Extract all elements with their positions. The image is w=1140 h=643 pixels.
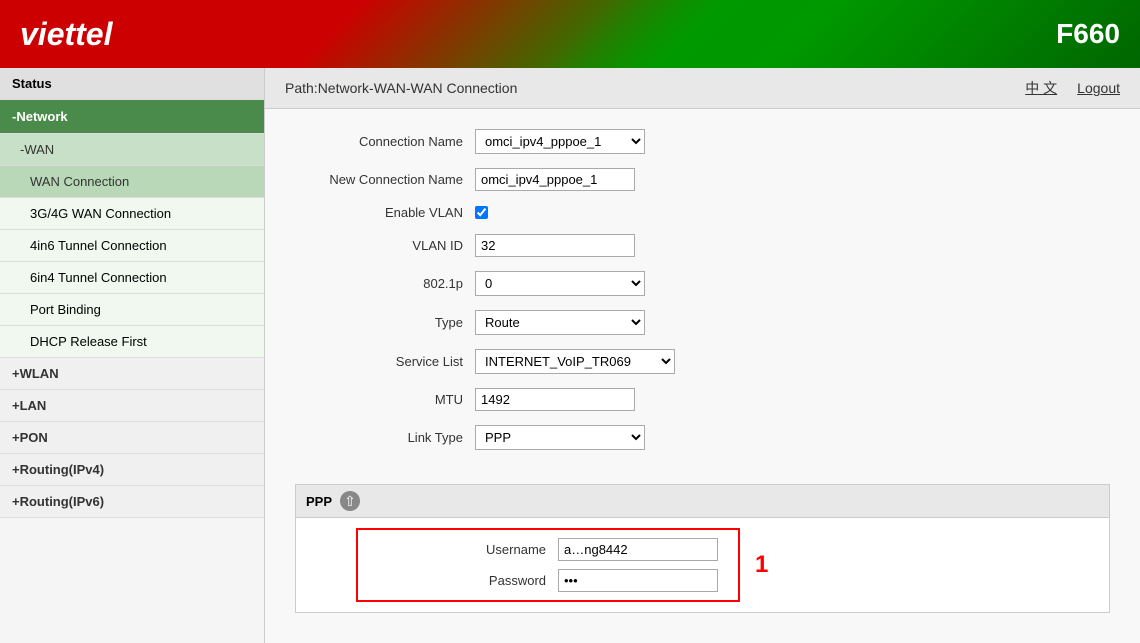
mtu-label: MTU: [295, 392, 475, 407]
link-type-label: Link Type: [295, 430, 475, 445]
sidebar-item-routing-ipv4[interactable]: +Routing(IPv4): [0, 454, 264, 486]
service-list-label: Service List: [295, 354, 475, 369]
enable-vlan-row: Enable VLAN: [295, 205, 1110, 220]
enable-vlan-label: Enable VLAN: [295, 205, 475, 220]
sidebar-item-wan-connection[interactable]: WAN Connection: [0, 166, 264, 198]
link-type-row: Link Type PPP: [295, 425, 1110, 450]
language-link[interactable]: 中 文: [1025, 78, 1057, 98]
sidebar-item-network[interactable]: -Network: [0, 100, 264, 134]
password-row: Password: [378, 569, 718, 592]
new-connection-name-input[interactable]: [475, 168, 635, 191]
main-content: Path:Network-WAN-WAN Connection 中 文 Logo…: [265, 68, 1140, 643]
type-label: Type: [295, 315, 475, 330]
ppp-section: PPP ⇧ Username Password 1: [295, 484, 1110, 613]
username-row: Username: [378, 538, 718, 561]
enable-vlan-checkbox[interactable]: [475, 206, 488, 219]
type-select[interactable]: Route: [475, 310, 645, 335]
ppp-body: Username Password 1: [296, 518, 1109, 612]
sidebar-item-routing-ipv6[interactable]: +Routing(IPv6): [0, 486, 264, 518]
path-actions: 中 文 Logout: [1025, 78, 1120, 98]
logout-link[interactable]: Logout: [1077, 80, 1120, 96]
vlan-id-input[interactable]: [475, 234, 635, 257]
dot1p-row: 802.1p 0: [295, 271, 1110, 296]
vlan-id-label: VLAN ID: [295, 238, 475, 253]
username-label: Username: [378, 542, 558, 557]
new-connection-name-label: New Connection Name: [295, 172, 475, 187]
password-label: Password: [378, 573, 558, 588]
vlan-id-row: VLAN ID: [295, 234, 1110, 257]
sidebar-item-wlan[interactable]: +WLAN: [0, 358, 264, 390]
form-area: Connection Name omci_ipv4_pppoe_1 New Co…: [265, 109, 1140, 484]
sidebar-item-dhcp-release[interactable]: DHCP Release First: [0, 326, 264, 358]
link-type-select[interactable]: PPP: [475, 425, 645, 450]
annotation-1: 1: [755, 551, 768, 579]
service-list-select[interactable]: INTERNET_VoIP_TR069: [475, 349, 675, 374]
model-name: F660: [1056, 18, 1120, 50]
connection-name-label: Connection Name: [295, 134, 475, 149]
sidebar-item-pon[interactable]: +PON: [0, 422, 264, 454]
type-row: Type Route: [295, 310, 1110, 335]
ppp-collapse-button[interactable]: ⇧: [340, 491, 360, 511]
layout: Status -Network -WAN WAN Connection 3G/4…: [0, 68, 1140, 643]
username-input[interactable]: [558, 538, 718, 561]
connection-name-select[interactable]: omci_ipv4_pppoe_1: [475, 129, 645, 154]
sidebar-item-port-binding[interactable]: Port Binding: [0, 294, 264, 326]
ppp-credentials-box: Username Password: [356, 528, 740, 602]
header: viettel F660: [0, 0, 1140, 68]
service-list-row: Service List INTERNET_VoIP_TR069: [295, 349, 1110, 374]
ppp-label: PPP: [306, 494, 332, 509]
sidebar-item-lan[interactable]: +LAN: [0, 390, 264, 422]
sidebar: Status -Network -WAN WAN Connection 3G/4…: [0, 68, 265, 643]
sidebar-item-status[interactable]: Status: [0, 68, 264, 100]
connection-name-row: Connection Name omci_ipv4_pppoe_1: [295, 129, 1110, 154]
sidebar-item-6in4[interactable]: 6in4 Tunnel Connection: [0, 262, 264, 294]
ppp-header: PPP ⇧: [296, 485, 1109, 518]
sidebar-item-3g4g[interactable]: 3G/4G WAN Connection: [0, 198, 264, 230]
breadcrumb: Path:Network-WAN-WAN Connection: [285, 80, 517, 96]
new-connection-name-row: New Connection Name: [295, 168, 1110, 191]
mtu-row: MTU: [295, 388, 1110, 411]
sidebar-item-wan[interactable]: -WAN: [0, 134, 264, 166]
password-input[interactable]: [558, 569, 718, 592]
path-bar: Path:Network-WAN-WAN Connection 中 文 Logo…: [265, 68, 1140, 109]
sidebar-item-4in6[interactable]: 4in6 Tunnel Connection: [0, 230, 264, 262]
dot1p-select[interactable]: 0: [475, 271, 645, 296]
mtu-input[interactable]: [475, 388, 635, 411]
dot1p-label: 802.1p: [295, 276, 475, 291]
logo: viettel: [20, 16, 112, 53]
